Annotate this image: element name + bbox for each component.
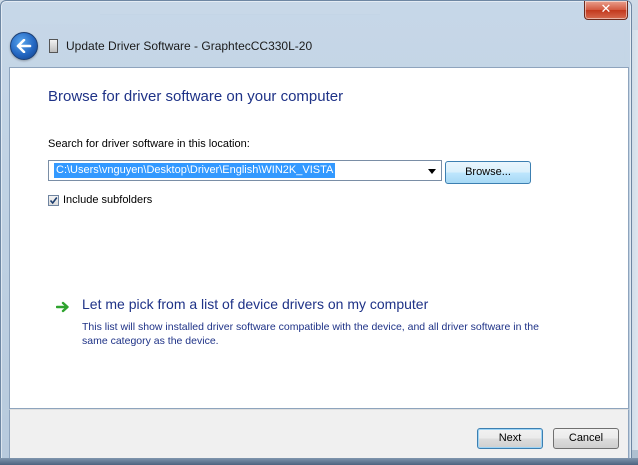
green-arrow-icon [56, 301, 69, 313]
back-arrow-icon [16, 39, 32, 53]
browse-button[interactable]: Browse... [445, 161, 531, 184]
search-location-value[interactable]: C:\Users\vnguyen\Desktop\Driver\English\… [54, 163, 336, 178]
close-icon: ✕ [600, 2, 612, 17]
pick-from-list-description: This list will show installed driver sof… [82, 321, 539, 347]
content-panel: Browse for driver software on your compu… [9, 67, 629, 409]
search-location-label: Search for driver software in this locat… [48, 138, 250, 150]
include-subfolders-label[interactable]: Include subfolders [63, 194, 152, 206]
taskbar [0, 458, 638, 465]
checkmark-icon [49, 196, 58, 204]
dialog-title: Update Driver Software - GraphtecCC330L-… [66, 39, 313, 53]
desktop-background: ✕ Update Driver Software - GraphtecCC330… [0, 0, 638, 465]
close-button[interactable]: ✕ [584, 1, 628, 20]
cancel-button[interactable]: Cancel [553, 428, 619, 449]
dialog-footer: Next Cancel [9, 409, 629, 459]
include-subfolders-row: Include subfolders [48, 194, 152, 206]
search-location-combobox[interactable]: C:\Users\vnguyen\Desktop\Driver\English\… [48, 160, 442, 181]
chevron-down-icon[interactable] [427, 166, 437, 176]
back-button[interactable] [10, 32, 38, 60]
include-subfolders-checkbox[interactable] [48, 194, 59, 206]
update-driver-dialog: ✕ Update Driver Software - GraphtecCC330… [0, 0, 632, 464]
page-heading: Browse for driver software on your compu… [48, 88, 344, 105]
next-button[interactable]: Next [477, 428, 543, 449]
pick-from-list-link[interactable]: Let me pick from a list of device driver… [82, 296, 428, 312]
device-icon [49, 39, 58, 53]
dialog-header: Update Driver Software - GraphtecCC330L-… [10, 31, 312, 61]
